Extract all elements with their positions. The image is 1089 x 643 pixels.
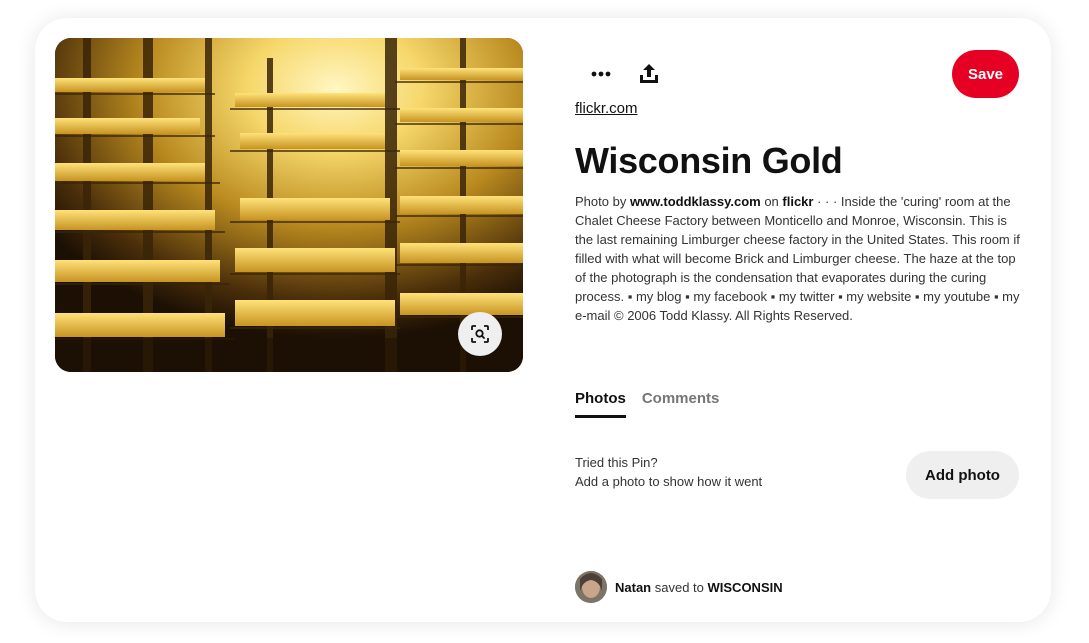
saved-by: Natan saved to WISCONSIN (575, 571, 783, 603)
description-prefix: Photo by (575, 194, 630, 209)
description-body: · · · Inside the 'curing' room at the Ch… (575, 194, 1020, 323)
saver-name[interactable]: Natan (615, 580, 651, 595)
share-icon (640, 64, 658, 83)
saved-to-text: saved to (651, 579, 708, 595)
save-button[interactable]: Save (952, 50, 1019, 98)
tab-photos[interactable]: Photos (575, 390, 626, 418)
description-on: on (760, 194, 783, 209)
avatar[interactable] (575, 571, 607, 603)
author-link[interactable]: www.toddklassy.com (630, 194, 761, 209)
add-photo-button[interactable]: Add photo (906, 451, 1019, 499)
more-icon (591, 71, 611, 77)
tried-prompt: Tried this Pin? Add a photo to show how … (575, 453, 762, 491)
pin-actions (585, 58, 681, 90)
visual-search-button[interactable] (458, 312, 502, 356)
tab-comments[interactable]: Comments (642, 390, 720, 418)
share-button[interactable] (633, 58, 665, 90)
pin-description: Photo by www.toddklassy.com on flickr · … (575, 192, 1023, 325)
more-options-button[interactable] (585, 58, 617, 90)
tried-question: Tried this Pin? (575, 455, 658, 470)
visual-search-icon (471, 325, 489, 343)
pin-image[interactable] (55, 38, 523, 372)
pin-title: Wisconsin Gold (575, 140, 843, 181)
board-name[interactable]: WISCONSIN (708, 580, 783, 595)
cheese-rack-photo (55, 38, 523, 372)
pin-tabs: Photos Comments (575, 390, 735, 418)
user-avatar-image (575, 571, 607, 603)
source-link[interactable]: flickr.com (575, 100, 638, 117)
pin-card: Save flickr.com Wisconsin Gold Photo by … (35, 18, 1051, 622)
tried-hint: Add a photo to show how it went (575, 474, 763, 489)
site-link[interactable]: flickr (782, 194, 813, 209)
